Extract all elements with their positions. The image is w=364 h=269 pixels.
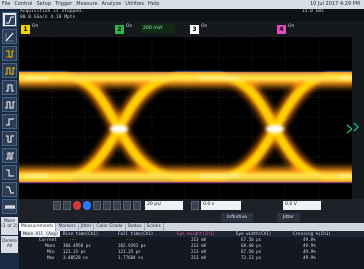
timebase-field[interactable]: 20 ps/ xyxy=(145,201,183,210)
row-label: Max xyxy=(47,255,55,260)
run-stop-button[interactable] xyxy=(73,201,81,210)
sample-rate: 80.0 GSa/s 4.10 Mpts xyxy=(20,15,76,20)
period-button[interactable] xyxy=(2,131,17,146)
fall-time-button[interactable] xyxy=(2,182,17,197)
channel-2-scale[interactable]: 200 mV/ xyxy=(141,24,175,33)
menu-analyze[interactable]: Analyze xyxy=(100,0,124,9)
fall-time-value: 1.77684 ns xyxy=(118,255,144,260)
menu-trigger[interactable]: Trigger xyxy=(53,0,74,9)
rise-time-value: 3.00528 ns xyxy=(63,255,89,260)
delete-all-button[interactable]: Delete All xyxy=(1,236,18,253)
timebase-controls: 20 ps/ 0.0 s Infinitive Jitter 0.0 V xyxy=(19,199,364,223)
rise-time-icon xyxy=(5,15,15,25)
clear-display-button[interactable] xyxy=(113,201,121,210)
right-marker-strip xyxy=(352,37,364,199)
frequency-button[interactable] xyxy=(2,148,17,163)
delay-nudge-button[interactable] xyxy=(191,201,199,210)
menu-bar: File Control Setup Trigger Measure Analyze Uti… xyxy=(0,0,364,9)
crossing-value: 49.9% xyxy=(303,255,316,260)
menu-setup[interactable]: Setup xyxy=(34,0,53,9)
tab-color-grade[interactable]: Color Grade xyxy=(94,223,126,231)
menu-utilities[interactable]: Utilities xyxy=(123,0,146,9)
burst-icon xyxy=(4,204,16,210)
channel-4-state: On xyxy=(288,24,295,29)
zoom-in-button[interactable] xyxy=(63,201,71,210)
burst-button[interactable] xyxy=(2,199,17,214)
step-button[interactable] xyxy=(2,114,17,129)
eye-icon xyxy=(6,50,14,58)
acquisition-state: Acquisition is stopped. xyxy=(20,9,84,14)
menu-file[interactable]: File xyxy=(0,0,12,9)
square-wave-icon xyxy=(5,101,15,109)
measurement-table: Mean All (Avg) Rise time(Ch1) Fall time(… xyxy=(19,231,364,269)
rise-time-button[interactable] xyxy=(2,12,17,27)
step-icon xyxy=(6,118,14,126)
single-button[interactable] xyxy=(83,201,91,210)
channel-3-state: On xyxy=(201,24,208,29)
eye-height-value: 213 mV xyxy=(191,255,207,260)
delay-field[interactable]: 0.0 s xyxy=(201,201,241,210)
measurement-toolbar: More (1 of 2) xyxy=(0,9,19,269)
tab-markers[interactable]: Markers xyxy=(56,223,79,231)
tab-scales[interactable]: Scales xyxy=(145,223,164,231)
default-button[interactable] xyxy=(93,201,101,210)
more-button[interactable]: More (1 of 2) xyxy=(1,217,18,235)
trigger-mode-tab[interactable]: Infinitive xyxy=(221,213,253,222)
menu-control[interactable]: Control xyxy=(12,0,34,9)
trigger-level-field[interactable]: 0.0 V xyxy=(283,201,321,210)
delete-sub: All xyxy=(6,244,13,249)
eye-diagram xyxy=(19,37,352,199)
horizontal-button[interactable] xyxy=(123,201,131,210)
menu-measure[interactable]: Measure xyxy=(74,0,99,9)
fall-button[interactable] xyxy=(2,29,17,44)
channel-1-badge[interactable]: 1 xyxy=(21,25,30,34)
frequency-icon xyxy=(6,152,14,160)
pulse-button[interactable] xyxy=(2,63,17,78)
channel-2-badge[interactable]: 2 xyxy=(115,25,124,34)
square-wave-button[interactable] xyxy=(2,97,17,112)
tab-measurements[interactable]: Measurements xyxy=(19,223,57,231)
channel-3-badge[interactable]: 3 xyxy=(190,25,199,34)
jitter-tab[interactable]: Jitter xyxy=(277,213,300,222)
tab-status[interactable]: Status xyxy=(126,223,145,231)
analysis-tabs: Measurements Markers Jitter Color Grade Stat… xyxy=(19,223,364,231)
waveform-display xyxy=(19,37,352,199)
more-page: (1 of 2) xyxy=(1,224,18,229)
trigger-level-icon[interactable] xyxy=(352,37,364,199)
period-icon xyxy=(6,135,14,143)
channel-4-badge[interactable]: 4 xyxy=(277,25,286,34)
channel-2-state: On xyxy=(126,24,133,29)
step-down-button[interactable] xyxy=(2,165,17,180)
acquisition-status: Acquisition is stopped. 80.0 GSa/s 4.10 … xyxy=(19,9,364,21)
eye-width-value: 72.23 ps xyxy=(241,255,262,260)
auto-scale-button[interactable] xyxy=(103,201,111,210)
pulse-icon xyxy=(5,67,15,75)
menu-help[interactable]: Help xyxy=(146,0,161,9)
pulse-width-icon xyxy=(6,84,14,92)
bandwidth-1: 15.0 GHz xyxy=(301,9,324,14)
table-row: Max 3.00528 ns 1.77684 ns 213 mV 72.23 p… xyxy=(19,255,364,261)
fall-icon xyxy=(6,186,14,194)
zoom-out-button[interactable] xyxy=(53,201,61,210)
pulse-width-button[interactable] xyxy=(2,80,17,95)
channel-1-state: On xyxy=(32,24,39,29)
delay-left-button[interactable] xyxy=(133,201,141,210)
edge-icon xyxy=(5,32,14,42)
scope-screen: File Control Setup Trigger Measure Analyze Uti… xyxy=(0,0,364,269)
step-down-icon xyxy=(6,169,14,177)
datetime: 10 Jul 2017 4:29 PM xyxy=(309,1,360,7)
eye-measure-button[interactable] xyxy=(2,46,17,61)
tab-jitter[interactable]: Jitter xyxy=(79,223,95,231)
channel-strip: 1 On 2 On 200 mV/ 3 On 4 On xyxy=(19,21,364,37)
